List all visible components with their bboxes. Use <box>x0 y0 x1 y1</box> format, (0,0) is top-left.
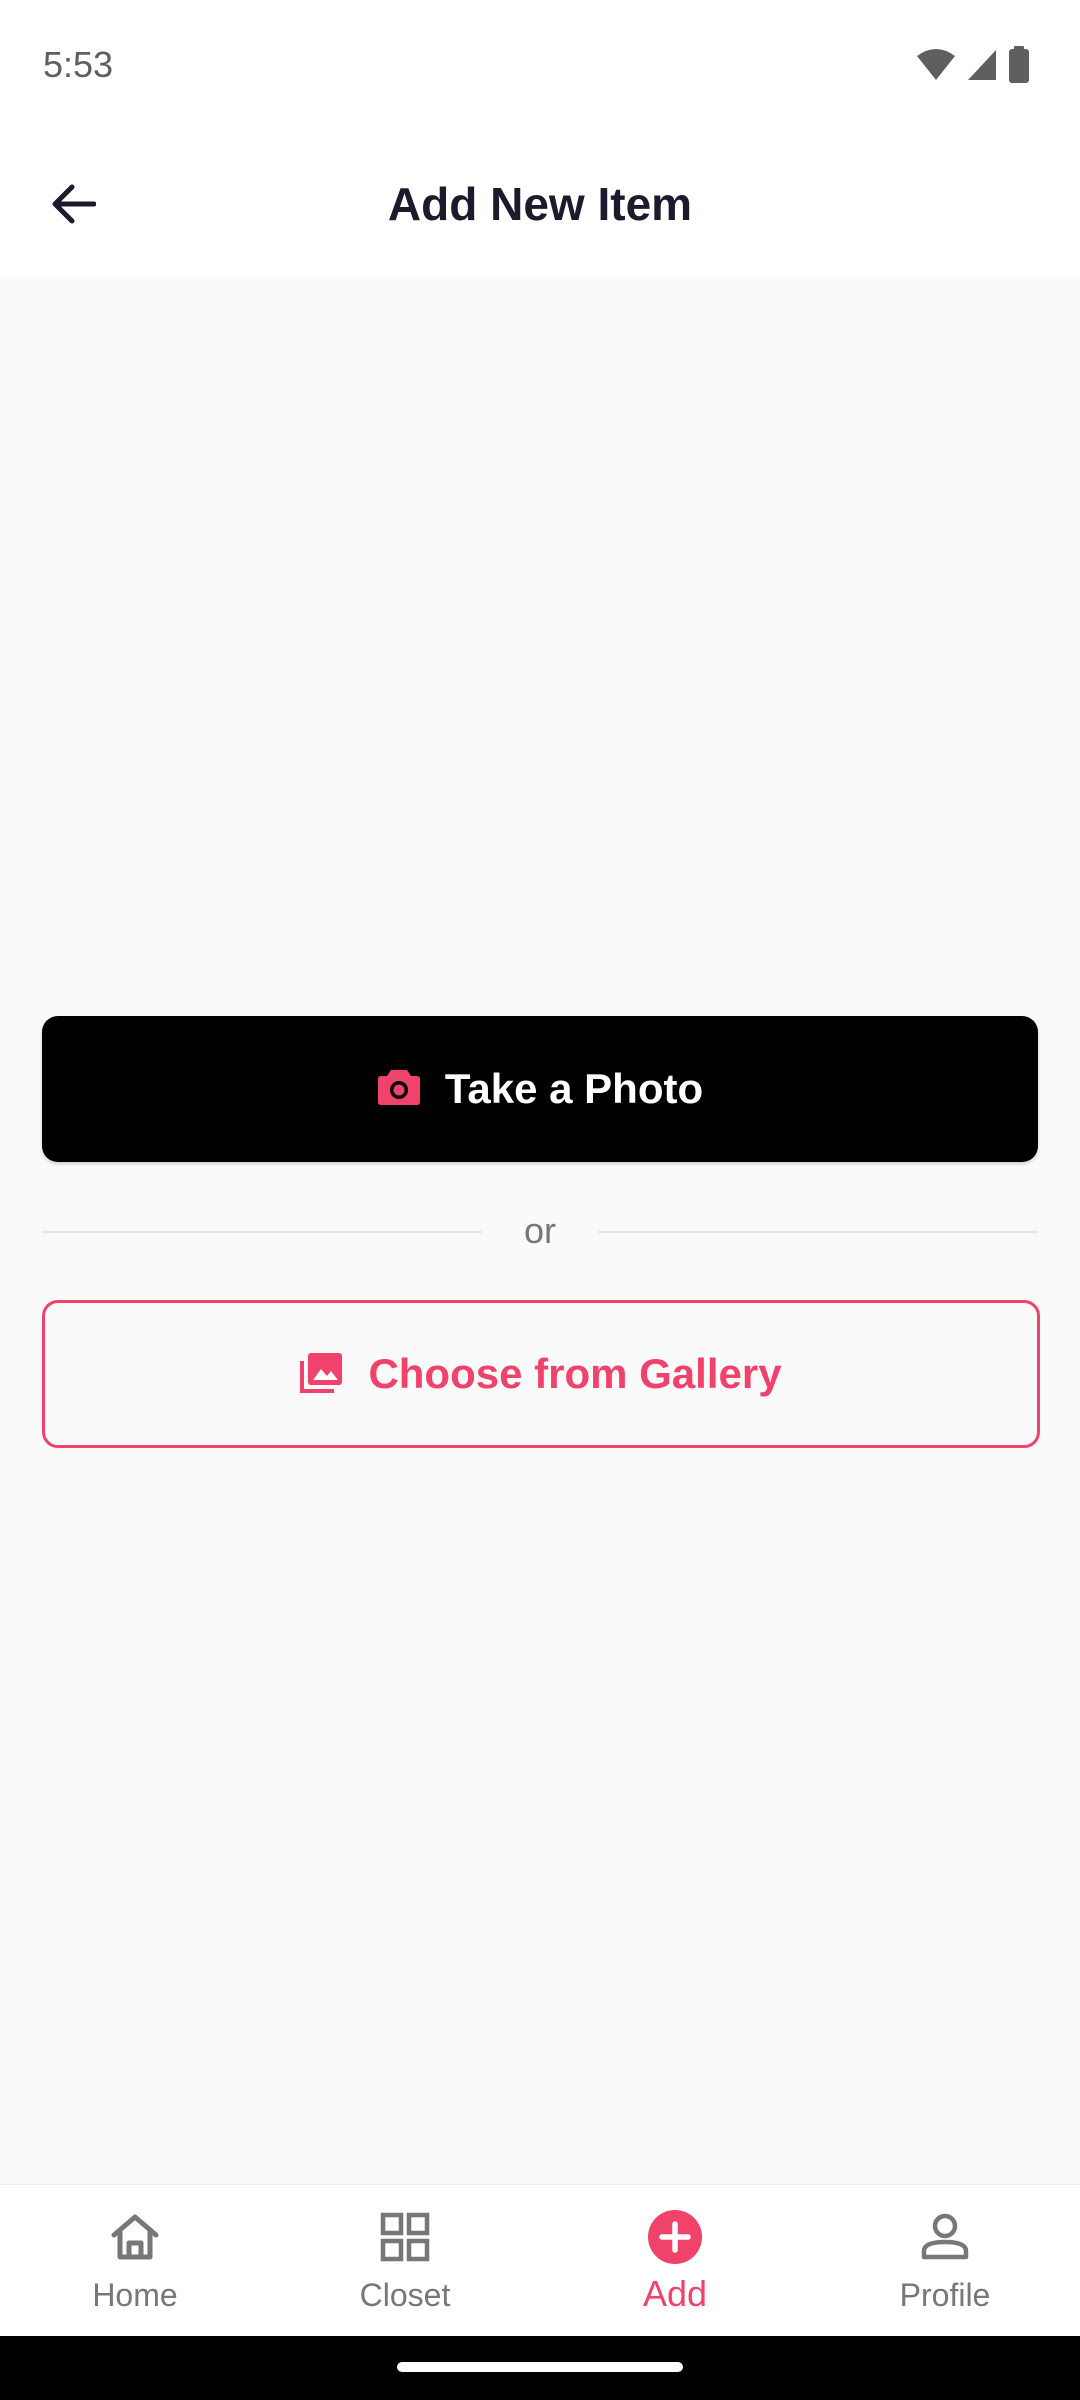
nav-item-profile[interactable]: Profile <box>810 2185 1080 2337</box>
camera-icon <box>377 1068 421 1111</box>
nav-item-home[interactable]: Home <box>0 2185 270 2337</box>
wifi-icon <box>916 48 956 87</box>
nav-label-profile: Profile <box>899 2277 991 2313</box>
choose-gallery-button[interactable]: Choose from Gallery <box>42 1300 1040 1448</box>
gesture-handle[interactable] <box>397 2362 683 2372</box>
choose-gallery-label: Choose from Gallery <box>368 1350 782 1397</box>
gallery-icon <box>300 1351 344 1398</box>
signal-icon <box>966 48 998 87</box>
battery-icon <box>1008 46 1030 89</box>
divider-line-right <box>598 1231 1038 1233</box>
gesture-bar <box>0 2336 1080 2400</box>
nav-label-closet: Closet <box>359 2277 451 2313</box>
bottom-nav: Home Closet Add Profile <box>0 2184 1080 2337</box>
nav-item-closet[interactable]: Closet <box>270 2185 540 2337</box>
take-photo-button[interactable]: Take a Photo <box>42 1016 1038 1162</box>
nav-label-add: Add <box>642 2273 708 2314</box>
nav-item-add[interactable]: Add <box>540 2185 810 2337</box>
add-item-screen: 5:53 Add New Item Take a Photo or Choose… <box>0 0 1080 2400</box>
home-icon <box>105 2207 165 2267</box>
take-photo-label: Take a Photo <box>444 1065 704 1112</box>
add-circle-icon <box>645 2207 705 2267</box>
status-bar: 5:53 <box>0 0 1080 135</box>
app-bar: Add New Item <box>0 135 1080 277</box>
grid-icon <box>375 2207 435 2267</box>
page-title: Add New Item <box>387 178 693 230</box>
person-icon <box>915 2207 975 2267</box>
status-time: 5:53 <box>43 44 114 85</box>
status-icons <box>916 46 1030 89</box>
nav-label-home: Home <box>92 2277 178 2313</box>
or-divider: or <box>42 1204 1038 1260</box>
